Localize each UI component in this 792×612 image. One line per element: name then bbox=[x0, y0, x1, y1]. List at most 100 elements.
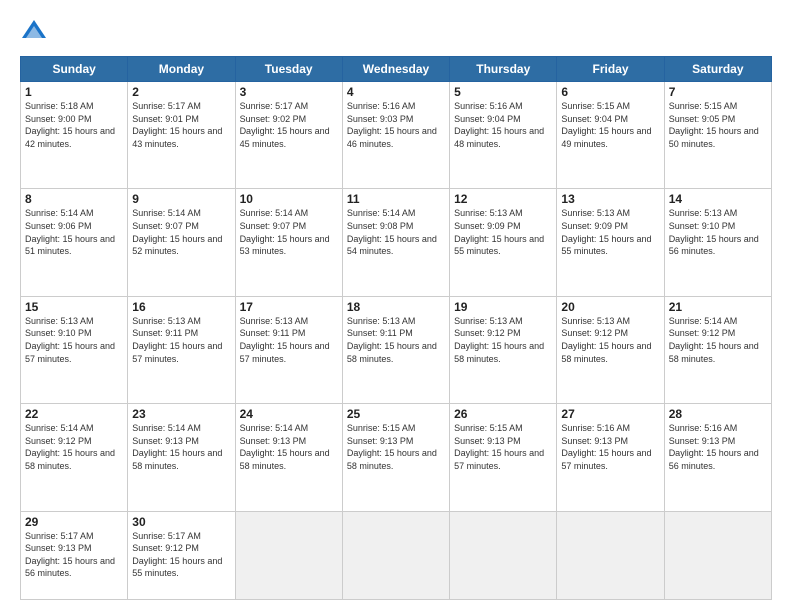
day-info: Sunrise: 5:13 AM Sunset: 9:11 PM Dayligh… bbox=[240, 315, 338, 365]
day-number: 7 bbox=[669, 85, 767, 99]
day-number: 30 bbox=[132, 515, 230, 529]
calendar-cell: 17 Sunrise: 5:13 AM Sunset: 9:11 PM Dayl… bbox=[235, 296, 342, 403]
day-info: Sunrise: 5:16 AM Sunset: 9:13 PM Dayligh… bbox=[669, 422, 767, 472]
day-number: 1 bbox=[25, 85, 123, 99]
day-number: 20 bbox=[561, 300, 659, 314]
day-info: Sunrise: 5:13 AM Sunset: 9:09 PM Dayligh… bbox=[454, 207, 552, 257]
page: SundayMondayTuesdayWednesdayThursdayFrid… bbox=[0, 0, 792, 612]
calendar-table: SundayMondayTuesdayWednesdayThursdayFrid… bbox=[20, 56, 772, 600]
day-info: Sunrise: 5:13 AM Sunset: 9:10 PM Dayligh… bbox=[25, 315, 123, 365]
day-number: 28 bbox=[669, 407, 767, 421]
day-info: Sunrise: 5:14 AM Sunset: 9:12 PM Dayligh… bbox=[669, 315, 767, 365]
calendar-header-row: SundayMondayTuesdayWednesdayThursdayFrid… bbox=[21, 57, 772, 82]
calendar-cell: 21 Sunrise: 5:14 AM Sunset: 9:12 PM Dayl… bbox=[664, 296, 771, 403]
day-info: Sunrise: 5:18 AM Sunset: 9:00 PM Dayligh… bbox=[25, 100, 123, 150]
day-number: 9 bbox=[132, 192, 230, 206]
day-header-saturday: Saturday bbox=[664, 57, 771, 82]
calendar-cell: 15 Sunrise: 5:13 AM Sunset: 9:10 PM Dayl… bbox=[21, 296, 128, 403]
day-header-sunday: Sunday bbox=[21, 57, 128, 82]
calendar-cell: 5 Sunrise: 5:16 AM Sunset: 9:04 PM Dayli… bbox=[450, 82, 557, 189]
day-number: 13 bbox=[561, 192, 659, 206]
calendar-week-2: 8 Sunrise: 5:14 AM Sunset: 9:06 PM Dayli… bbox=[21, 189, 772, 296]
day-number: 25 bbox=[347, 407, 445, 421]
day-number: 11 bbox=[347, 192, 445, 206]
day-number: 14 bbox=[669, 192, 767, 206]
day-number: 16 bbox=[132, 300, 230, 314]
calendar-cell: 25 Sunrise: 5:15 AM Sunset: 9:13 PM Dayl… bbox=[342, 404, 449, 511]
day-info: Sunrise: 5:14 AM Sunset: 9:07 PM Dayligh… bbox=[132, 207, 230, 257]
day-number: 22 bbox=[25, 407, 123, 421]
day-info: Sunrise: 5:15 AM Sunset: 9:13 PM Dayligh… bbox=[454, 422, 552, 472]
day-header-thursday: Thursday bbox=[450, 57, 557, 82]
calendar-cell: 1 Sunrise: 5:18 AM Sunset: 9:00 PM Dayli… bbox=[21, 82, 128, 189]
calendar-cell: 12 Sunrise: 5:13 AM Sunset: 9:09 PM Dayl… bbox=[450, 189, 557, 296]
calendar-cell: 27 Sunrise: 5:16 AM Sunset: 9:13 PM Dayl… bbox=[557, 404, 664, 511]
day-number: 8 bbox=[25, 192, 123, 206]
calendar-cell: 29 Sunrise: 5:17 AM Sunset: 9:13 PM Dayl… bbox=[21, 511, 128, 599]
calendar-cell: 30 Sunrise: 5:17 AM Sunset: 9:12 PM Dayl… bbox=[128, 511, 235, 599]
day-info: Sunrise: 5:14 AM Sunset: 9:07 PM Dayligh… bbox=[240, 207, 338, 257]
calendar-cell: 19 Sunrise: 5:13 AM Sunset: 9:12 PM Dayl… bbox=[450, 296, 557, 403]
day-number: 23 bbox=[132, 407, 230, 421]
calendar-cell: 4 Sunrise: 5:16 AM Sunset: 9:03 PM Dayli… bbox=[342, 82, 449, 189]
day-number: 10 bbox=[240, 192, 338, 206]
calendar-week-4: 22 Sunrise: 5:14 AM Sunset: 9:12 PM Dayl… bbox=[21, 404, 772, 511]
calendar-cell bbox=[450, 511, 557, 599]
day-info: Sunrise: 5:13 AM Sunset: 9:10 PM Dayligh… bbox=[669, 207, 767, 257]
day-info: Sunrise: 5:13 AM Sunset: 9:12 PM Dayligh… bbox=[454, 315, 552, 365]
day-info: Sunrise: 5:17 AM Sunset: 9:01 PM Dayligh… bbox=[132, 100, 230, 150]
day-number: 29 bbox=[25, 515, 123, 529]
calendar-cell: 3 Sunrise: 5:17 AM Sunset: 9:02 PM Dayli… bbox=[235, 82, 342, 189]
day-number: 24 bbox=[240, 407, 338, 421]
day-header-friday: Friday bbox=[557, 57, 664, 82]
day-info: Sunrise: 5:15 AM Sunset: 9:13 PM Dayligh… bbox=[347, 422, 445, 472]
day-info: Sunrise: 5:13 AM Sunset: 9:11 PM Dayligh… bbox=[347, 315, 445, 365]
day-info: Sunrise: 5:14 AM Sunset: 9:08 PM Dayligh… bbox=[347, 207, 445, 257]
calendar-cell: 10 Sunrise: 5:14 AM Sunset: 9:07 PM Dayl… bbox=[235, 189, 342, 296]
day-number: 17 bbox=[240, 300, 338, 314]
calendar-cell bbox=[235, 511, 342, 599]
day-info: Sunrise: 5:13 AM Sunset: 9:09 PM Dayligh… bbox=[561, 207, 659, 257]
calendar-cell: 7 Sunrise: 5:15 AM Sunset: 9:05 PM Dayli… bbox=[664, 82, 771, 189]
calendar-cell: 14 Sunrise: 5:13 AM Sunset: 9:10 PM Dayl… bbox=[664, 189, 771, 296]
day-info: Sunrise: 5:14 AM Sunset: 9:13 PM Dayligh… bbox=[240, 422, 338, 472]
calendar-week-3: 15 Sunrise: 5:13 AM Sunset: 9:10 PM Dayl… bbox=[21, 296, 772, 403]
calendar-cell: 20 Sunrise: 5:13 AM Sunset: 9:12 PM Dayl… bbox=[557, 296, 664, 403]
calendar-cell: 11 Sunrise: 5:14 AM Sunset: 9:08 PM Dayl… bbox=[342, 189, 449, 296]
day-header-tuesday: Tuesday bbox=[235, 57, 342, 82]
logo-icon bbox=[20, 18, 48, 46]
calendar-cell: 9 Sunrise: 5:14 AM Sunset: 9:07 PM Dayli… bbox=[128, 189, 235, 296]
calendar-cell: 22 Sunrise: 5:14 AM Sunset: 9:12 PM Dayl… bbox=[21, 404, 128, 511]
calendar-cell: 16 Sunrise: 5:13 AM Sunset: 9:11 PM Dayl… bbox=[128, 296, 235, 403]
day-header-monday: Monday bbox=[128, 57, 235, 82]
calendar-cell: 28 Sunrise: 5:16 AM Sunset: 9:13 PM Dayl… bbox=[664, 404, 771, 511]
calendar-week-1: 1 Sunrise: 5:18 AM Sunset: 9:00 PM Dayli… bbox=[21, 82, 772, 189]
day-info: Sunrise: 5:13 AM Sunset: 9:12 PM Dayligh… bbox=[561, 315, 659, 365]
calendar-cell bbox=[342, 511, 449, 599]
day-info: Sunrise: 5:15 AM Sunset: 9:05 PM Dayligh… bbox=[669, 100, 767, 150]
day-info: Sunrise: 5:16 AM Sunset: 9:03 PM Dayligh… bbox=[347, 100, 445, 150]
calendar-cell bbox=[557, 511, 664, 599]
day-info: Sunrise: 5:17 AM Sunset: 9:02 PM Dayligh… bbox=[240, 100, 338, 150]
day-number: 4 bbox=[347, 85, 445, 99]
day-info: Sunrise: 5:16 AM Sunset: 9:04 PM Dayligh… bbox=[454, 100, 552, 150]
day-number: 2 bbox=[132, 85, 230, 99]
calendar-cell: 23 Sunrise: 5:14 AM Sunset: 9:13 PM Dayl… bbox=[128, 404, 235, 511]
day-number: 21 bbox=[669, 300, 767, 314]
calendar-cell: 2 Sunrise: 5:17 AM Sunset: 9:01 PM Dayli… bbox=[128, 82, 235, 189]
day-number: 26 bbox=[454, 407, 552, 421]
day-number: 6 bbox=[561, 85, 659, 99]
calendar-cell: 13 Sunrise: 5:13 AM Sunset: 9:09 PM Dayl… bbox=[557, 189, 664, 296]
calendar-cell: 6 Sunrise: 5:15 AM Sunset: 9:04 PM Dayli… bbox=[557, 82, 664, 189]
day-number: 3 bbox=[240, 85, 338, 99]
day-number: 5 bbox=[454, 85, 552, 99]
day-number: 12 bbox=[454, 192, 552, 206]
calendar-cell bbox=[664, 511, 771, 599]
day-number: 15 bbox=[25, 300, 123, 314]
day-info: Sunrise: 5:14 AM Sunset: 9:13 PM Dayligh… bbox=[132, 422, 230, 472]
calendar-week-5: 29 Sunrise: 5:17 AM Sunset: 9:13 PM Dayl… bbox=[21, 511, 772, 599]
day-info: Sunrise: 5:14 AM Sunset: 9:12 PM Dayligh… bbox=[25, 422, 123, 472]
day-info: Sunrise: 5:14 AM Sunset: 9:06 PM Dayligh… bbox=[25, 207, 123, 257]
header bbox=[20, 18, 772, 46]
logo bbox=[20, 18, 52, 46]
